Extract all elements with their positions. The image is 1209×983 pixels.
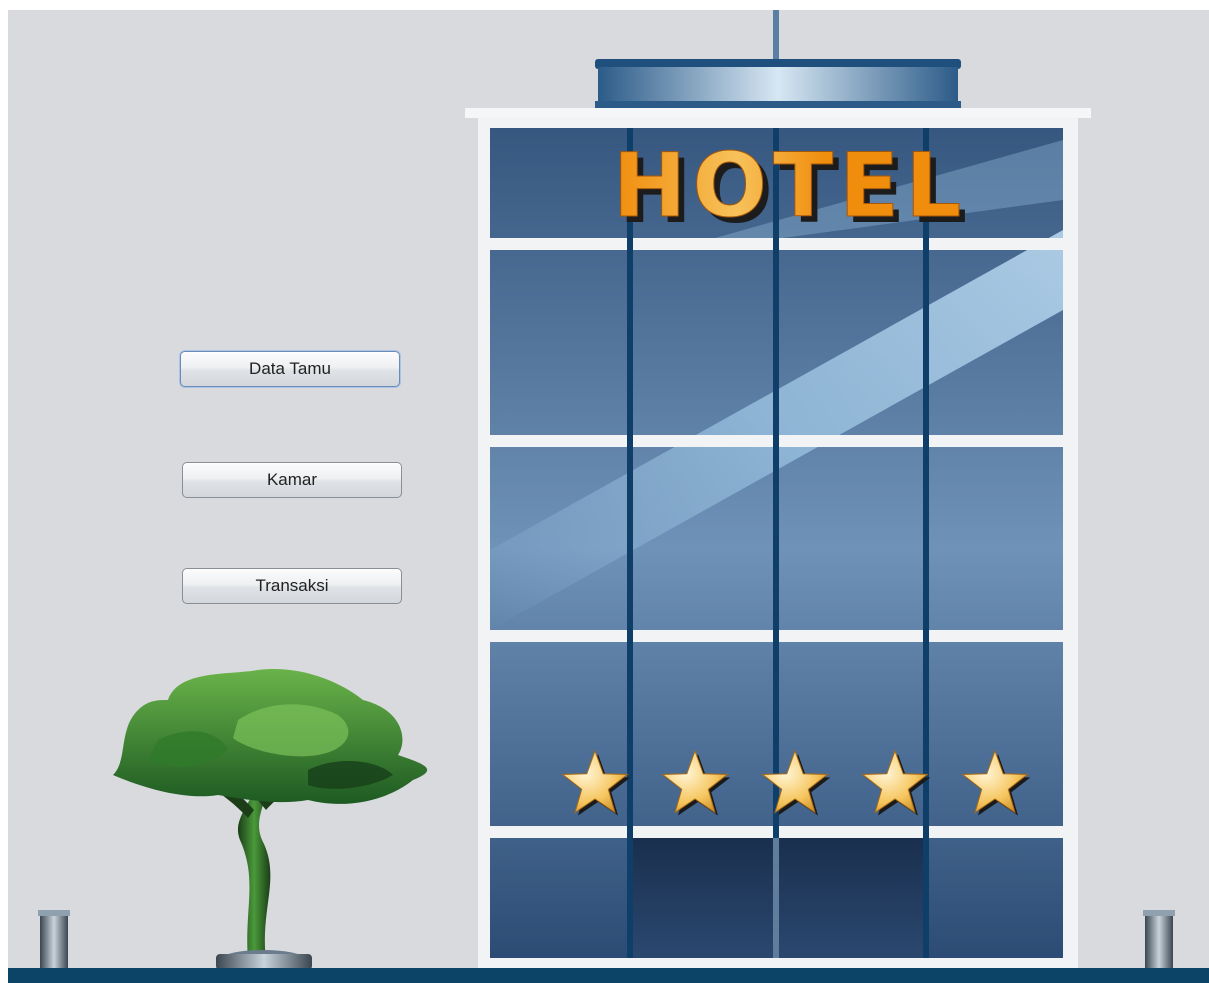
hotel-sign-text: HOTEL — [613, 134, 968, 237]
tree-illustration — [113, 669, 428, 970]
hotel-app-window: HOTEL HOTEL Data Tamu Kamar Transaksi — [8, 10, 1209, 983]
bollard-left — [38, 910, 70, 968]
bollard-right — [1143, 910, 1175, 968]
hotel-sign: HOTEL HOTEL — [612, 134, 968, 244]
transaksi-button[interactable]: Transaksi — [182, 568, 402, 604]
ground-strip — [8, 968, 1209, 983]
roof-antenna — [595, 10, 961, 109]
kamar-button[interactable]: Kamar — [182, 462, 402, 498]
data-tamu-button[interactable]: Data Tamu — [180, 351, 400, 387]
